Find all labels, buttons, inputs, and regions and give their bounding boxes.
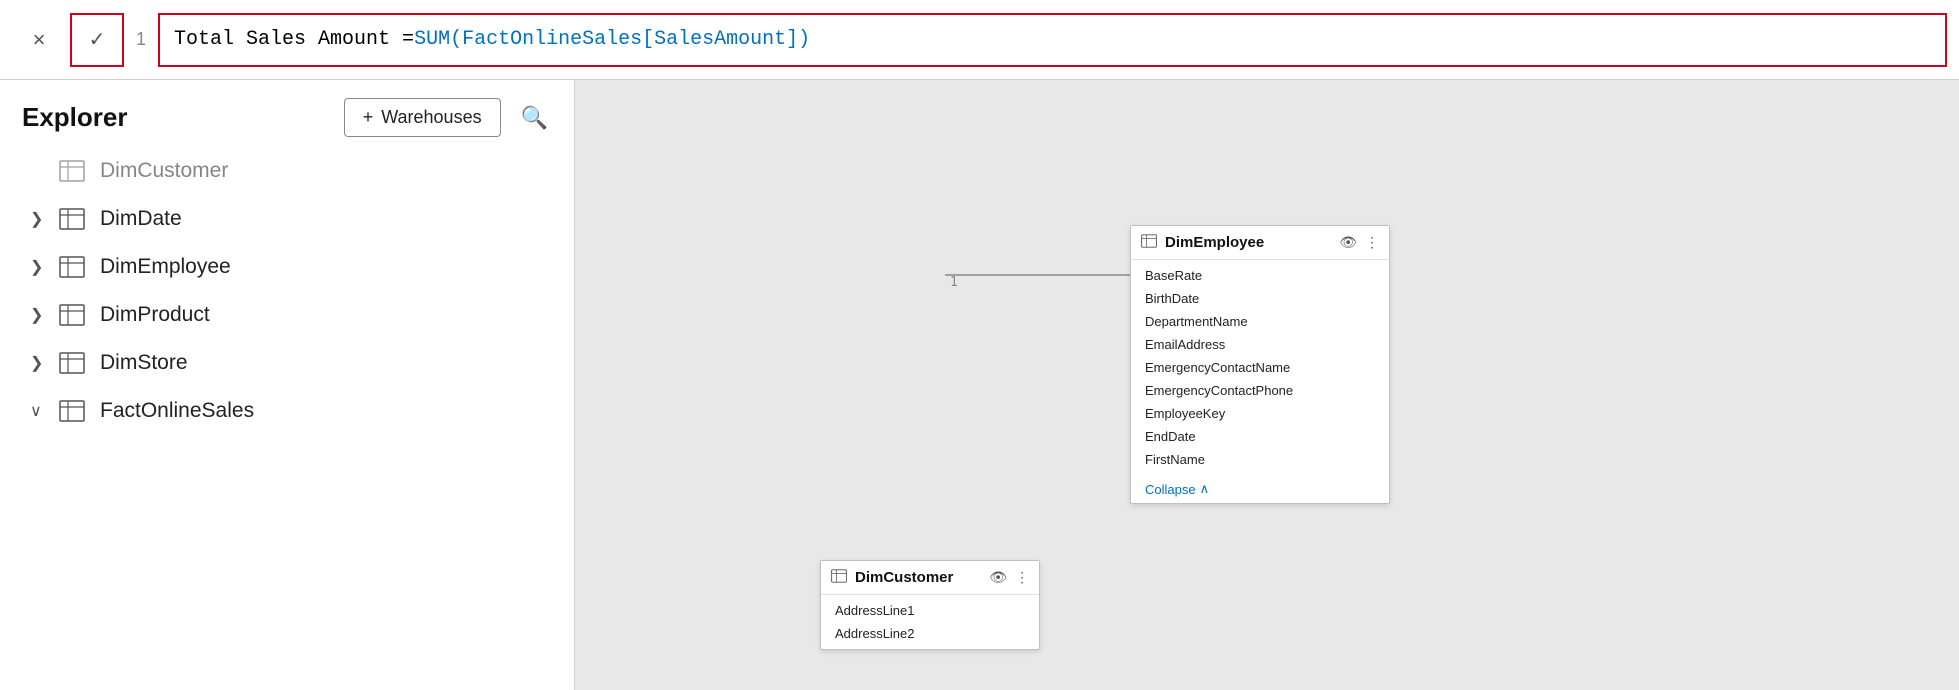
add-icon: +	[363, 107, 374, 128]
chevron-dimstore-icon: ❯	[30, 353, 52, 373]
dimcustomer-menu-icon[interactable]: ⋮	[1015, 569, 1029, 586]
tree-item-label-dimstore: DimStore	[100, 351, 188, 375]
formula-text-function: SUM(FactOnlineSales[SalesAmount])	[414, 28, 810, 51]
table-icon-factonlinesales	[56, 397, 88, 425]
confirm-button[interactable]: ✓	[70, 13, 124, 67]
sidebar: Explorer + Warehouses 🔍	[0, 80, 575, 690]
dimemployee-eye-icon[interactable]: 👁	[1339, 234, 1357, 251]
field-emailaddress[interactable]: EmailAddress	[1131, 333, 1389, 356]
field-employeekey[interactable]: EmployeeKey	[1131, 402, 1389, 425]
field-baserate[interactable]: BaseRate	[1131, 264, 1389, 287]
field-emergencycontactphone[interactable]: EmergencyContactPhone	[1131, 379, 1389, 402]
tree-item-dimproduct[interactable]: ❯ DimProduct	[0, 291, 574, 339]
tree-item-dimdate[interactable]: ❯ DimDate	[0, 195, 574, 243]
collapse-label: Collapse	[1145, 482, 1196, 497]
table-icon-dimstore	[56, 349, 88, 377]
cancel-button[interactable]: ×	[12, 13, 66, 67]
field-enddate[interactable]: EndDate	[1131, 425, 1389, 448]
field-firstname[interactable]: FirstName	[1131, 448, 1389, 471]
table-icon-dimemployee	[56, 253, 88, 281]
table-icon-dimcustomer	[56, 157, 88, 185]
dimcustomer-fields: AddressLine1 AddressLine2	[821, 595, 1039, 649]
field-emergencycontactname[interactable]: EmergencyContactName	[1131, 356, 1389, 379]
table-icon-dimdate	[56, 205, 88, 233]
chevron-dimdate-icon: ❯	[30, 209, 52, 229]
table-icon-dimproduct	[56, 301, 88, 329]
tree-item-label-dimproduct: DimProduct	[100, 303, 210, 327]
dimemployee-menu-icon[interactable]: ⋮	[1365, 234, 1379, 251]
dimemployee-card-title: DimEmployee	[1165, 234, 1331, 251]
search-button[interactable]: 🔍	[517, 101, 552, 135]
dimcustomer-eye-icon[interactable]: 👁	[989, 569, 1007, 586]
dimemployee-fields: BaseRate BirthDate DepartmentName EmailA…	[1131, 260, 1389, 475]
chevron-dimproduct-icon: ❯	[30, 305, 52, 325]
tree-list: DimCustomer ❯ DimDate ❯	[0, 147, 574, 690]
field-birthdate[interactable]: BirthDate	[1131, 287, 1389, 310]
cancel-icon: ×	[33, 27, 46, 53]
line-number: 1	[136, 29, 146, 50]
chevron-factonlinesales-icon: ∨	[30, 401, 52, 421]
formula-bar: × ✓ 1 Total Sales Amount = SUM(FactOnlin…	[0, 0, 1959, 80]
tree-item-label-dimcustomer: DimCustomer	[100, 159, 228, 183]
dimcustomer-card: DimCustomer 👁 ⋮ AddressLine1 AddressLine…	[820, 560, 1040, 650]
canvas-area: DimEmployee 👁 ⋮ BaseRate BirthDate Depar…	[575, 80, 1959, 690]
formula-text-static: Total Sales Amount =	[174, 28, 414, 51]
tree-item-dimemployee[interactable]: ❯ DimEmployee	[0, 243, 574, 291]
dimemployee-card-header: DimEmployee 👁 ⋮	[1131, 226, 1389, 260]
dimemployee-table-icon	[1141, 234, 1157, 251]
search-icon: 🔍	[521, 105, 548, 130]
confirm-icon: ✓	[89, 27, 106, 52]
warehouses-label: Warehouses	[381, 107, 481, 128]
formula-input[interactable]: Total Sales Amount = SUM(FactOnlineSales…	[158, 13, 1947, 67]
tree-item-label-dimdate: DimDate	[100, 207, 182, 231]
dimcustomer-card-title: DimCustomer	[855, 569, 981, 586]
tree-item-factonlinesales[interactable]: ∨ FactOnlineSales	[0, 387, 574, 435]
tree-item-dimstore[interactable]: ❯ DimStore	[0, 339, 574, 387]
tree-item-label-factonlinesales: FactOnlineSales	[100, 399, 254, 423]
sidebar-title: Explorer	[22, 102, 128, 133]
dimemployee-card: DimEmployee 👁 ⋮ BaseRate BirthDate Depar…	[1130, 225, 1390, 504]
tree-item-label-dimemployee: DimEmployee	[100, 255, 231, 279]
dimcustomer-table-icon	[831, 569, 847, 586]
tree-item-dimcustomer[interactable]: DimCustomer	[0, 147, 574, 195]
dimcustomer-card-header: DimCustomer 👁 ⋮	[821, 561, 1039, 595]
field-departmentname[interactable]: DepartmentName	[1131, 310, 1389, 333]
warehouses-button[interactable]: + Warehouses	[344, 98, 501, 137]
field-addressline2[interactable]: AddressLine2	[821, 622, 1039, 645]
collapse-button[interactable]: Collapse ∧	[1131, 475, 1389, 503]
sidebar-actions: + Warehouses 🔍	[344, 98, 552, 137]
canvas-line-marker: 1	[950, 275, 958, 290]
main-area: Explorer + Warehouses 🔍	[0, 80, 1959, 690]
chevron-dimemployee-icon: ❯	[30, 257, 52, 277]
field-addressline1[interactable]: AddressLine1	[821, 599, 1039, 622]
collapse-chevron-icon: ∧	[1200, 481, 1210, 497]
sidebar-header: Explorer + Warehouses 🔍	[0, 80, 574, 147]
